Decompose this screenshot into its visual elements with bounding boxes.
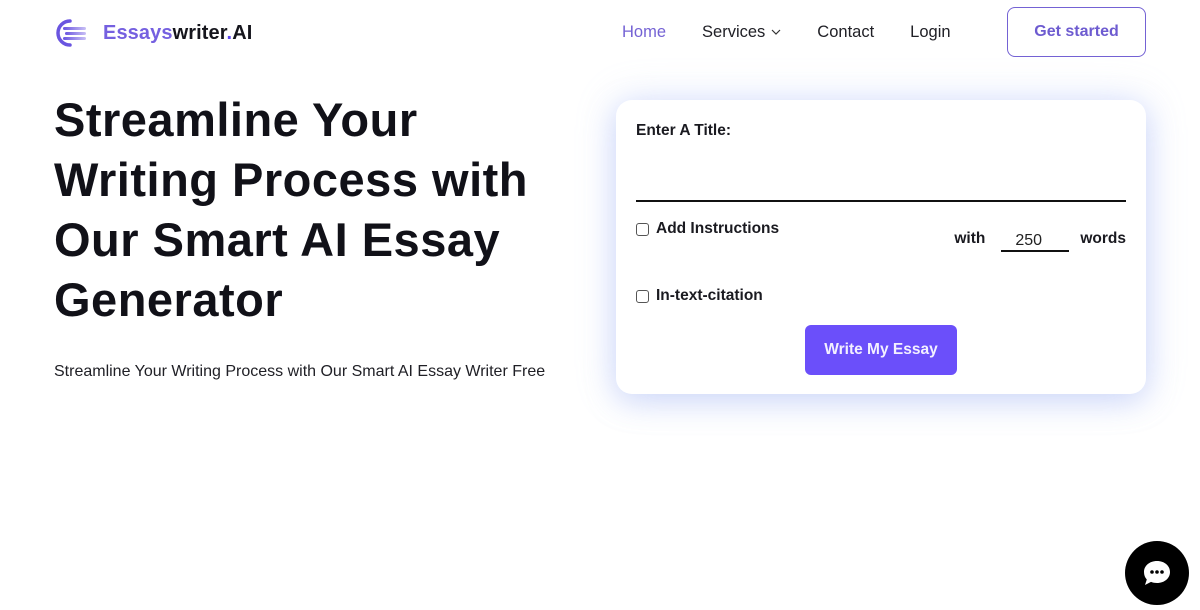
nav-services[interactable]: Services: [702, 21, 781, 43]
add-instructions-label: Add Instructions: [656, 220, 780, 237]
get-started-button[interactable]: Get started: [1007, 7, 1146, 57]
hero-subtitle: Streamline Your Writing Process with Our…: [54, 363, 546, 380]
nav-services-label: Services: [702, 23, 766, 41]
chat-bubble-icon: [1144, 561, 1170, 585]
words-label: words: [1080, 230, 1126, 247]
hero-title: Streamline Your Writing Process with Our…: [54, 90, 574, 330]
with-label: with: [954, 230, 986, 247]
nav-home[interactable]: Home: [622, 21, 666, 43]
title-label: Enter A Title:: [636, 122, 732, 139]
chevron-down-icon: [771, 29, 781, 35]
logo-rest: writer: [172, 21, 227, 44]
citation-option[interactable]: In-text-citation: [636, 287, 763, 305]
logo-text: Essayswriter.AI: [103, 22, 252, 45]
nav-home-label: Home: [622, 23, 667, 41]
logo-stripes-icon: [56, 19, 86, 47]
nav-contact-label: Contact: [817, 23, 875, 41]
logo[interactable]: Essayswriter.AI: [54, 17, 252, 49]
logo-suffix: AI: [232, 21, 253, 44]
logo-brand: Essays: [103, 21, 173, 44]
citation-label: In-text-citation: [656, 287, 763, 304]
word-count-group: with words: [954, 226, 1126, 252]
chat-launcher-button[interactable]: [1125, 541, 1189, 605]
hero-title-line: Generator: [54, 273, 284, 326]
main-nav: Home Services Contact Login: [622, 21, 987, 43]
essay-form-card: Enter A Title: Add Instructions with wor…: [616, 100, 1146, 394]
word-count-input[interactable]: [1001, 226, 1070, 252]
title-input[interactable]: [636, 155, 1126, 202]
citation-checkbox[interactable]: [636, 289, 649, 303]
write-my-essay-button[interactable]: Write My Essay: [805, 325, 957, 375]
hero-title-line: Writing Process with: [54, 153, 528, 206]
nav-login[interactable]: Login: [910, 21, 950, 43]
nav-contact[interactable]: Contact: [817, 21, 874, 43]
hero-title-line: Streamline Your: [54, 93, 418, 146]
add-instructions-checkbox[interactable]: [636, 222, 649, 236]
add-instructions-option[interactable]: Add Instructions: [636, 220, 779, 238]
site-header: Essayswriter.AI Home Services Contact Lo…: [0, 0, 1200, 64]
hero-title-line: Our Smart AI Essay: [54, 213, 501, 266]
nav-login-label: Login: [910, 23, 951, 41]
